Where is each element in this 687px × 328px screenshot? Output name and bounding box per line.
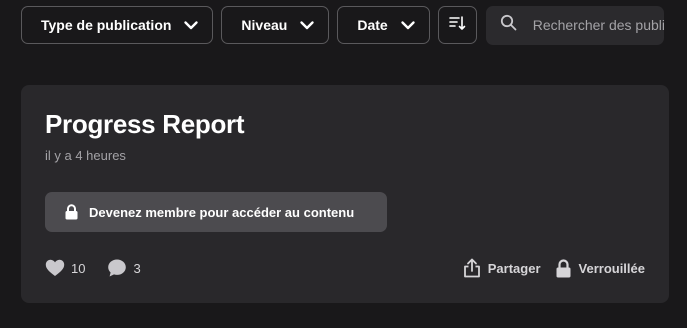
comment-button[interactable]: 3 <box>107 258 141 278</box>
like-count: 10 <box>71 260 86 276</box>
search-input[interactable] <box>530 16 664 34</box>
date-filter[interactable]: Date <box>337 6 430 44</box>
post-title[interactable]: Progress Report <box>45 109 245 140</box>
like-button[interactable]: 10 <box>45 259 85 277</box>
publication-type-label: Type de publication <box>41 17 172 33</box>
become-member-button[interactable]: Devenez membre pour accéder au contenu <box>45 192 387 232</box>
post-card[interactable]: Progress Report il y a 4 heures Devenez … <box>21 85 669 303</box>
chevron-down-icon <box>299 17 315 33</box>
locked-label: Verrouillée <box>578 260 645 276</box>
post-footer: 10 3 Partager Verrouillée <box>45 255 645 281</box>
level-label: Niveau <box>241 17 288 33</box>
search-icon <box>500 14 517 36</box>
filter-bar: Type de publication Niveau Date <box>21 5 687 45</box>
comment-count: 3 <box>133 260 141 276</box>
sort-button[interactable] <box>437 6 477 44</box>
chevron-down-icon <box>400 17 416 33</box>
locked-status: Verrouillée <box>555 258 645 278</box>
search-box[interactable] <box>485 5 664 45</box>
date-label: Date <box>357 17 388 33</box>
chevron-down-icon <box>183 17 199 33</box>
level-filter[interactable]: Niveau <box>221 6 330 44</box>
heart-icon <box>45 259 65 276</box>
comment-icon <box>108 259 127 277</box>
lock-icon <box>556 258 571 277</box>
share-button[interactable]: Partager <box>463 258 541 278</box>
sort-icon <box>448 14 466 37</box>
become-member-label: Devenez membre pour accéder au contenu <box>89 204 355 220</box>
share-label: Partager <box>487 260 541 276</box>
publication-type-filter[interactable]: Type de publication <box>21 6 214 44</box>
share-icon <box>463 258 480 278</box>
lock-icon <box>64 204 79 220</box>
post-timestamp: il y a 4 heures <box>45 148 126 163</box>
